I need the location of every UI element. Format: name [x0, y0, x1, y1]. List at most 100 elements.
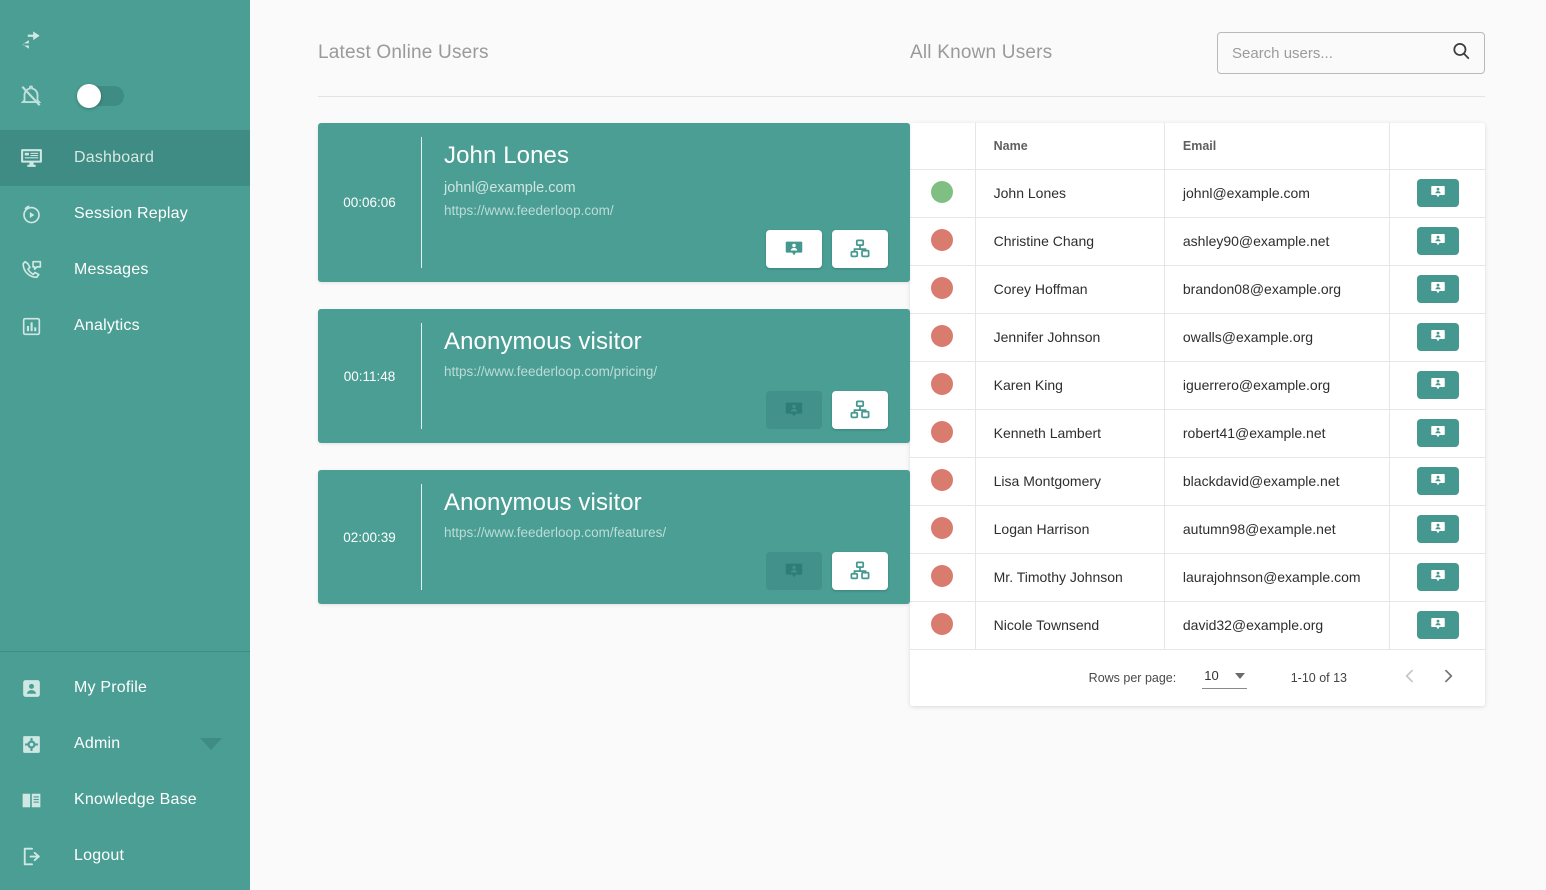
user-name-cell: Karen King — [975, 361, 1165, 410]
card-body: Anonymous visitor https://www.feederloop… — [422, 470, 910, 604]
bar-chart-icon — [8, 314, 54, 339]
user-name-cell: Jennifer Johnson — [975, 313, 1165, 362]
table-row[interactable]: Nicole Townsend david32@example.org — [910, 601, 1485, 650]
page-title: All Known Users — [910, 42, 1053, 63]
start-chat-button[interactable] — [1416, 275, 1459, 303]
sidebar-item-knowledge-base[interactable]: Knowledge Base — [0, 772, 250, 828]
sync-arrows-icon[interactable] — [8, 26, 54, 52]
search-box[interactable] — [1217, 32, 1485, 74]
chat-person-icon — [1429, 279, 1447, 300]
sidebar-notifications-row — [0, 68, 250, 124]
pagination: Rows per page: 10 1-10 of 13 — [910, 649, 1485, 706]
sidebar-item-label: Dashboard — [74, 149, 155, 166]
sidebar-item-label: My Profile — [74, 679, 148, 696]
online-user-card[interactable]: 00:06:06 John Lones johnl@example.com ht… — [318, 123, 910, 282]
table-row[interactable]: John Lones johnl@example.com — [910, 169, 1485, 218]
visitor-name: John Lones — [444, 142, 570, 169]
table-row[interactable]: Lisa Montgomery blackdavid@example.net — [910, 457, 1485, 506]
screen-share-button[interactable] — [832, 230, 888, 268]
sidebar-item-admin[interactable]: Admin — [0, 716, 250, 772]
table-row[interactable]: Logan Harrison autumn98@example.net — [910, 505, 1485, 554]
user-email-cell: owalls@example.org — [1164, 313, 1391, 362]
status-cell — [910, 169, 976, 218]
table-row[interactable]: Jennifer Johnson owalls@example.org — [910, 313, 1485, 362]
screen-share-icon — [849, 560, 871, 582]
chevron-right-icon — [1438, 666, 1458, 689]
rows-per-page-value: 10 — [1204, 668, 1219, 683]
rows-per-page-select[interactable]: 10 — [1202, 666, 1247, 689]
page-title: Latest Online Users — [318, 42, 489, 63]
user-email-cell: david32@example.org — [1164, 601, 1391, 650]
pagination-range: 1-10 of 13 — [1290, 670, 1347, 685]
status-badge — [931, 372, 954, 395]
table-row[interactable]: Corey Hoffman brandon08@example.org — [910, 265, 1485, 314]
notifications-off-icon[interactable] — [8, 83, 54, 109]
row-action-cell — [1389, 361, 1485, 410]
open-book-icon — [8, 788, 54, 813]
previous-page-button[interactable] — [1391, 659, 1429, 697]
table-header-row: Name Email — [910, 123, 1485, 170]
users-table: Name Email John Lones johnl@example.com Ch… — [910, 123, 1485, 650]
sidebar-item-session-replay[interactable]: Session Replay — [0, 186, 250, 242]
table-row[interactable]: Christine Chang ashley90@example.net — [910, 217, 1485, 266]
start-chat-button[interactable] — [1416, 227, 1459, 255]
sidebar-item-my-profile[interactable]: My Profile — [0, 660, 250, 716]
start-chat-button — [766, 391, 822, 429]
user-email-cell: brandon08@example.org — [1164, 265, 1391, 314]
screen-share-button[interactable] — [832, 552, 888, 590]
section-divider — [910, 96, 1485, 97]
search-icon[interactable] — [1450, 40, 1472, 67]
online-user-card[interactable]: 02:00:39 Anonymous visitor https://www.f… — [318, 470, 910, 604]
sidebar-item-logout[interactable]: Logout — [0, 828, 250, 884]
start-chat-button — [766, 552, 822, 590]
screen-share-button[interactable] — [832, 391, 888, 429]
sidebar-item-messages[interactable]: Messages — [0, 242, 250, 298]
start-chat-button[interactable] — [1416, 419, 1459, 447]
start-chat-button[interactable] — [1416, 371, 1459, 399]
status-cell — [910, 217, 976, 266]
row-action-cell — [1389, 505, 1485, 554]
search-input[interactable] — [1232, 44, 1450, 62]
row-action-cell — [1389, 169, 1485, 218]
user-name-cell: Logan Harrison — [975, 505, 1165, 554]
chevron-down-icon[interactable] — [200, 738, 222, 750]
visitor-email: johnl@example.com — [444, 180, 576, 196]
visitor-name: Anonymous visitor — [444, 489, 642, 516]
table-row[interactable]: Mr. Timothy Johnson laurajohnson@example.… — [910, 553, 1485, 602]
start-chat-button[interactable] — [1416, 179, 1459, 207]
user-name-cell: Corey Hoffman — [975, 265, 1165, 314]
table-row[interactable]: Kenneth Lambert robert41@example.net — [910, 409, 1485, 458]
row-action-cell — [1389, 553, 1485, 602]
known-section-header: All Known Users — [910, 30, 1485, 76]
person-box-icon — [8, 676, 54, 701]
screen-share-icon — [849, 238, 871, 260]
visitor-url: https://www.feederloop.com/pricing/ — [444, 364, 658, 379]
sidebar-item-analytics[interactable]: Analytics — [0, 298, 250, 354]
screen-share-icon — [849, 399, 871, 421]
table-row[interactable]: Karen King iguerrero@example.org — [910, 361, 1485, 410]
start-chat-button[interactable] — [1416, 467, 1459, 495]
section-divider — [318, 96, 910, 97]
sidebar-item-label: Knowledge Base — [74, 791, 197, 808]
status-badge — [931, 468, 954, 491]
status-badge — [931, 324, 954, 347]
chat-person-icon — [1429, 519, 1447, 540]
next-page-button[interactable] — [1429, 659, 1467, 697]
user-email-cell: johnl@example.com — [1164, 169, 1391, 218]
start-chat-button[interactable] — [1416, 611, 1459, 639]
status-badge — [931, 228, 954, 251]
sidebar-item-dashboard[interactable]: Dashboard — [0, 130, 250, 186]
chat-person-icon — [1429, 327, 1447, 348]
chevron-down-icon — [1234, 672, 1245, 679]
online-user-cards: 00:06:06 John Lones johnl@example.com ht… — [318, 123, 910, 604]
online-user-card[interactable]: 00:11:48 Anonymous visitor https://www.f… — [318, 309, 910, 443]
start-chat-button[interactable] — [1416, 515, 1459, 543]
column-header-actions — [1389, 123, 1485, 170]
column-header-name: Name — [975, 123, 1165, 170]
card-actions — [444, 230, 888, 268]
start-chat-button[interactable] — [1416, 563, 1459, 591]
start-chat-button[interactable] — [1416, 323, 1459, 351]
start-chat-button[interactable] — [766, 230, 822, 268]
notifications-toggle[interactable] — [77, 84, 124, 108]
status-badge — [931, 420, 954, 443]
